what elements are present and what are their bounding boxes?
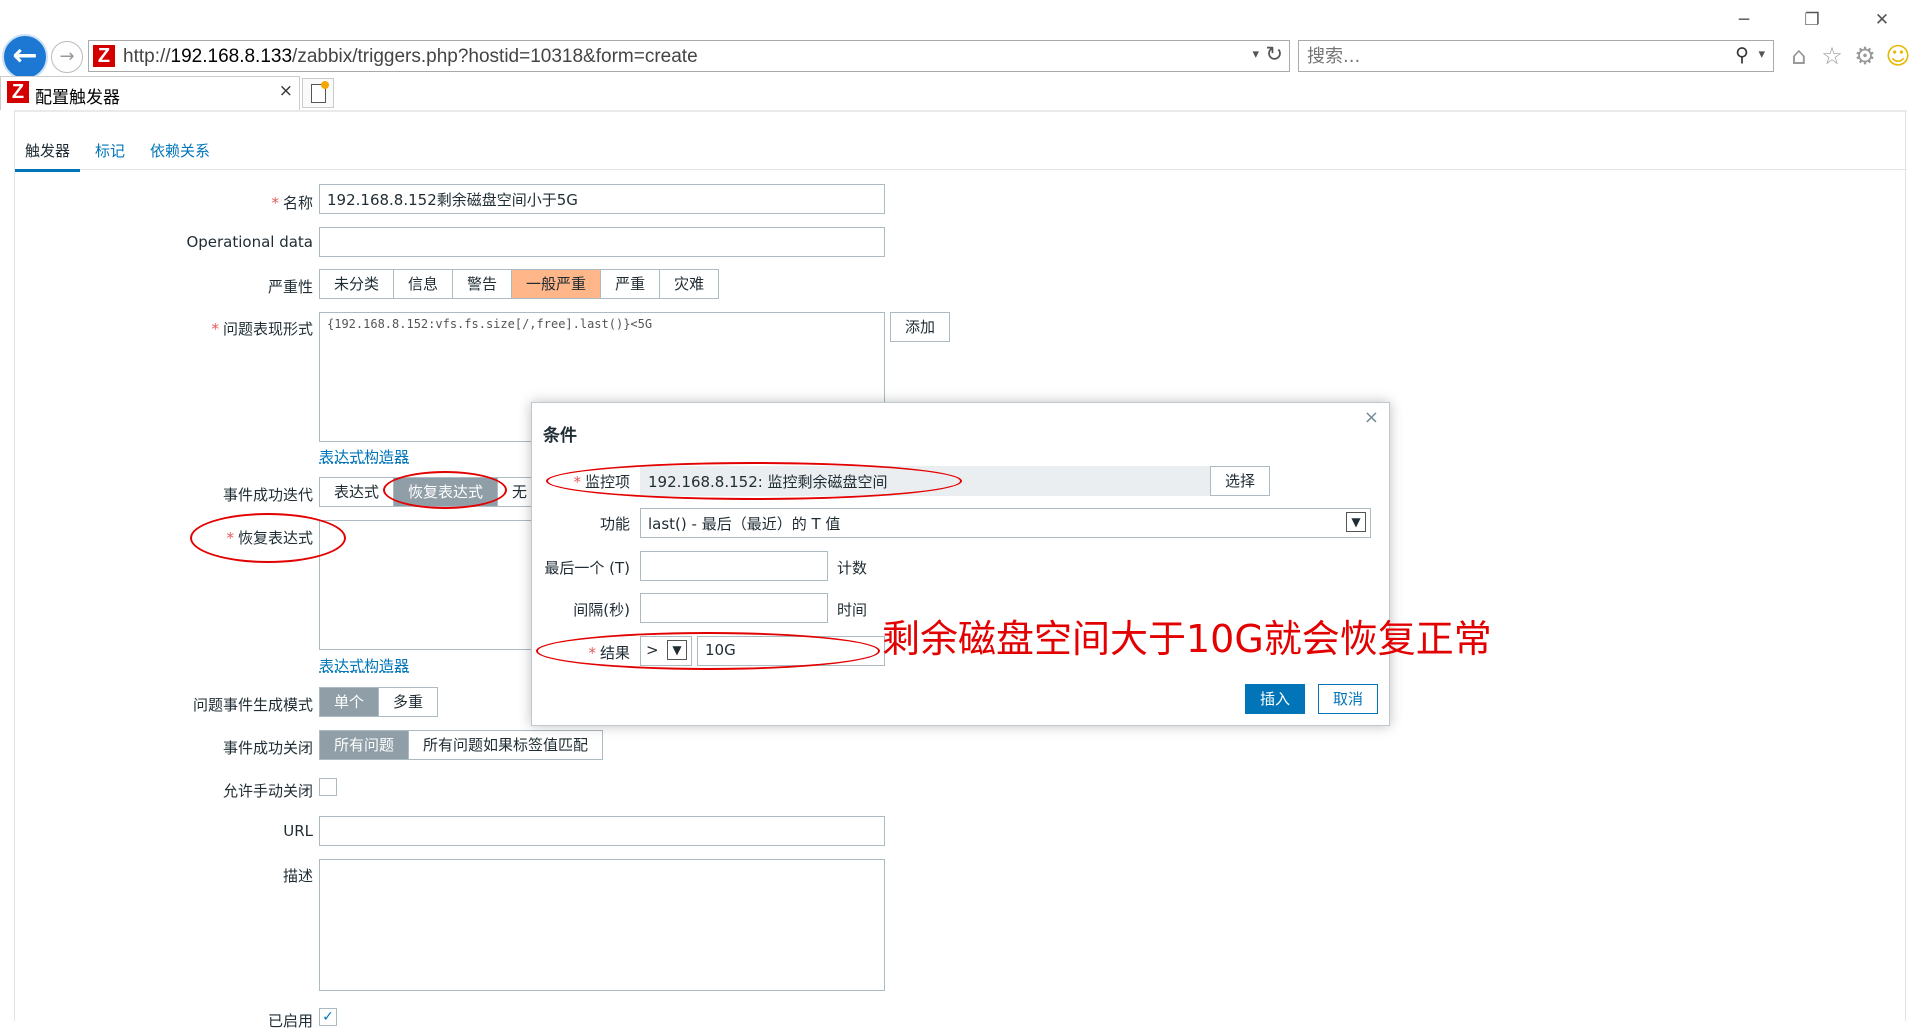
tab-dependencies[interactable]: 依赖关系 bbox=[140, 140, 220, 169]
item-field: 192.168.8.152: 监控剩余磁盘空间 bbox=[640, 466, 1216, 496]
url-label: URL bbox=[283, 822, 313, 840]
severity-selector: 未分类 信息 警告 一般严重 严重 灾难 bbox=[319, 269, 720, 299]
annotation-text: 剩余磁盘空间大于10G就会恢复正常 bbox=[882, 617, 1492, 661]
browser-chrome: ─ ❐ ✕ ← → Z http://192.168.8.133/zabbix/… bbox=[0, 0, 1920, 110]
result-operator-select[interactable]: > ▼ bbox=[640, 636, 692, 666]
ok-event-closes-label: 事件成功关闭 bbox=[222, 739, 313, 757]
result-operator-dropdown-icon[interactable]: ▼ bbox=[667, 640, 687, 660]
expression-label: * 问题表现形式 bbox=[211, 320, 313, 338]
function-dropdown-icon[interactable]: ▼ bbox=[1346, 512, 1366, 532]
last-t-unit: 计数 bbox=[837, 559, 868, 577]
search-box[interactable]: ⚲ ▾ bbox=[1298, 40, 1774, 72]
description-label: 描述 bbox=[282, 867, 313, 885]
zabbix-favicon-icon: Z bbox=[93, 45, 115, 67]
ok-close-all-problems[interactable]: 所有问题 bbox=[320, 731, 410, 759]
refresh-icon[interactable]: ↻ bbox=[1265, 42, 1283, 66]
header-strip bbox=[15, 110, 1907, 112]
last-t-input[interactable] bbox=[640, 551, 828, 581]
search-input[interactable] bbox=[1307, 45, 1707, 67]
new-tab-button[interactable] bbox=[302, 78, 334, 108]
interval-label: 间隔(秒) bbox=[573, 601, 630, 619]
severity-disaster[interactable]: 灾难 bbox=[660, 270, 718, 298]
expression-builder-link[interactable]: 表达式构造器 bbox=[319, 446, 409, 467]
condition-dialog: 条件 × * 监控项 192.168.8.152: 监控剩余磁盘空间 选择 功能 … bbox=[531, 402, 1390, 726]
search-dropdown-icon[interactable]: ▾ bbox=[1758, 47, 1765, 62]
severity-label: 严重性 bbox=[267, 278, 313, 296]
manual-close-label: 允许手动关闭 bbox=[222, 782, 313, 800]
problem-mode-single[interactable]: 单个 bbox=[320, 688, 380, 716]
back-button[interactable]: ← bbox=[2, 34, 48, 80]
severity-warning[interactable]: 警告 bbox=[453, 270, 513, 298]
minimize-icon[interactable]: ─ bbox=[1724, 8, 1764, 32]
search-icon[interactable]: ⚲ bbox=[1735, 44, 1749, 66]
url-dropdown-icon[interactable]: ▾ bbox=[1252, 47, 1259, 62]
dialog-close-icon[interactable]: × bbox=[1364, 407, 1379, 428]
dialog-title: 条件 bbox=[543, 426, 577, 446]
browser-tab[interactable]: Z 配置触发器 × bbox=[0, 76, 300, 110]
item-label: * 监控项 bbox=[573, 473, 630, 491]
form-tabs: 触发器 标记 依赖关系 bbox=[15, 132, 1907, 172]
smiley-feedback-icon[interactable]: ☺ bbox=[1884, 42, 1912, 70]
last-t-label: 最后一个 (T) bbox=[544, 559, 630, 577]
restore-icon[interactable]: ❐ bbox=[1792, 8, 1832, 32]
function-selected-value: last() - 最后（最近）的 T 值 bbox=[648, 515, 841, 533]
close-window-icon[interactable]: ✕ bbox=[1862, 8, 1902, 32]
ok-event-generation-selector: 表达式 恢复表达式 无 bbox=[319, 477, 543, 507]
add-expression-button[interactable]: 添加 bbox=[890, 312, 951, 342]
tab-title: 配置触发器 bbox=[35, 88, 120, 108]
name-label: * 名称 bbox=[271, 194, 313, 212]
ok-event-generation-label: 事件成功迭代 bbox=[222, 486, 313, 504]
tab-close-icon[interactable]: × bbox=[279, 81, 293, 101]
opdata-label: Operational data bbox=[186, 233, 313, 251]
new-tab-badge-icon bbox=[321, 81, 329, 89]
favorites-star-icon[interactable]: ☆ bbox=[1818, 42, 1846, 70]
interval-unit: 时间 bbox=[837, 601, 868, 619]
problem-mode-selector: 单个 多重 bbox=[319, 687, 439, 717]
enabled-checkbox[interactable]: ✓ bbox=[319, 1008, 337, 1026]
result-operator-value: > bbox=[646, 641, 659, 659]
opdata-input[interactable] bbox=[319, 227, 885, 257]
home-icon[interactable]: ⌂ bbox=[1785, 42, 1813, 70]
severity-high[interactable]: 严重 bbox=[601, 270, 661, 298]
forward-button[interactable]: → bbox=[51, 41, 83, 73]
ok-close-tag-match[interactable]: 所有问题如果标签值匹配 bbox=[409, 731, 602, 759]
severity-not-classified[interactable]: 未分类 bbox=[320, 270, 395, 298]
function-select[interactable]: last() - 最后（最近）的 T 值 ▼ bbox=[640, 508, 1371, 538]
manual-close-checkbox[interactable] bbox=[319, 778, 337, 796]
problem-mode-label: 问题事件生成模式 bbox=[192, 696, 313, 714]
tab-tags[interactable]: 标记 bbox=[85, 140, 135, 169]
tab-trigger[interactable]: 触发器 bbox=[15, 140, 81, 172]
address-bar[interactable]: Z http://192.168.8.133/zabbix/triggers.p… bbox=[88, 40, 1290, 72]
recovery-expression-label: * 恢复表达式 bbox=[226, 529, 313, 547]
interval-input[interactable] bbox=[640, 593, 828, 623]
result-label: * 结果 bbox=[588, 644, 630, 662]
function-label: 功能 bbox=[599, 515, 630, 533]
description-textarea[interactable] bbox=[319, 859, 885, 991]
cancel-button[interactable]: 取消 bbox=[1318, 684, 1379, 714]
recovery-expression-builder-link[interactable]: 表达式构造器 bbox=[319, 655, 409, 676]
tab-favicon-icon: Z bbox=[7, 81, 29, 103]
insert-button[interactable]: 插入 bbox=[1245, 684, 1306, 714]
ok-event-closes-selector: 所有问题 所有问题如果标签值匹配 bbox=[319, 730, 604, 760]
settings-gear-icon[interactable]: ⚙ bbox=[1851, 42, 1879, 70]
severity-information[interactable]: 信息 bbox=[394, 270, 454, 298]
url-text[interactable]: http://192.168.8.133/zabbix/triggers.php… bbox=[123, 46, 698, 68]
select-item-button[interactable]: 选择 bbox=[1210, 466, 1271, 496]
url-input[interactable] bbox=[319, 816, 885, 846]
ok-gen-recovery-expression[interactable]: 恢复表达式 bbox=[394, 478, 499, 506]
name-input[interactable]: 192.168.8.152剩余磁盘空间小于5G bbox=[319, 184, 885, 214]
ok-gen-expression[interactable]: 表达式 bbox=[320, 478, 395, 506]
severity-average[interactable]: 一般严重 bbox=[512, 270, 602, 298]
problem-mode-multiple[interactable]: 多重 bbox=[379, 688, 437, 716]
result-value-input[interactable]: 10G bbox=[697, 636, 885, 666]
